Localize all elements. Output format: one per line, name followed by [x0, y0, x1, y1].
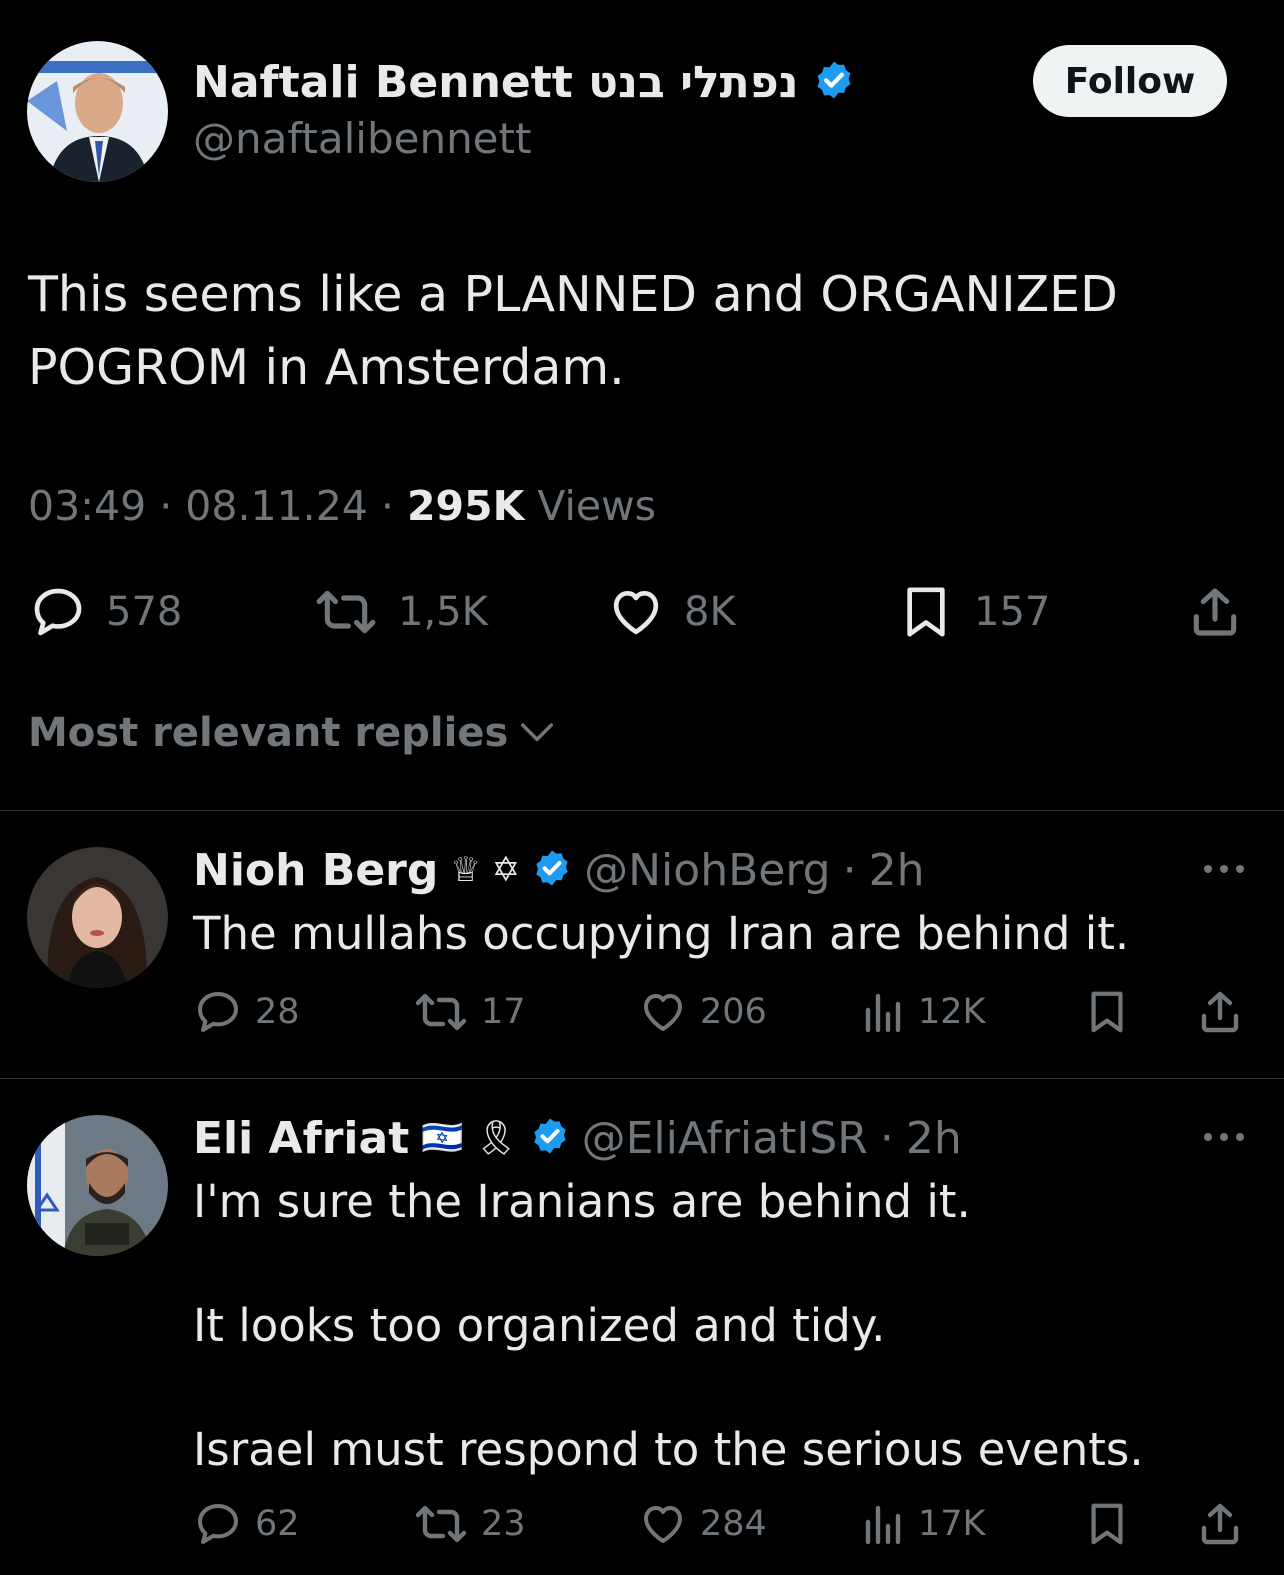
meta-separator: · [159, 482, 186, 530]
reply-icon [34, 588, 82, 636]
reply-header: Eli Afriat 🇮🇱 🎗 @EliAfriatISR · 2h [193, 1108, 962, 1168]
author-handle[interactable]: @naftalibennett [193, 114, 531, 163]
views-count: 17K [918, 1504, 986, 1544]
reply-button[interactable]: 62 [193, 1500, 300, 1548]
views-label: Views [537, 482, 657, 530]
reply-actions: 62 23 284 17K [0, 1500, 1284, 1550]
reply-age[interactable]: 2h [906, 1113, 962, 1164]
verified-badge-icon [532, 848, 572, 892]
reply-author-name[interactable]: Nioh Berg [193, 845, 438, 896]
meta-separator: · [842, 844, 857, 896]
views-count: 12K [918, 992, 986, 1032]
tweet-time[interactable]: 03:49 [28, 482, 146, 530]
bookmark-icon [1091, 991, 1123, 1033]
repost-icon [415, 1505, 467, 1543]
like-button[interactable]: 8K [606, 584, 736, 640]
reply-avatar[interactable] [27, 847, 168, 988]
heart-icon [644, 994, 682, 1031]
author-avatar[interactable] [27, 41, 168, 182]
share-button[interactable] [1186, 584, 1244, 640]
author-name-row: Naftali Bennett נפתלי בנט [193, 54, 855, 110]
like-count: 284 [700, 1504, 767, 1544]
tweet-meta: 03:49 · 08.11.24 · 295K Views [28, 482, 656, 530]
name-emoji-badges: ♕ ✡ [450, 850, 521, 890]
bookmark-count: 157 [974, 589, 1051, 635]
views-button[interactable]: 12K [862, 988, 986, 1036]
share-icon [1193, 588, 1237, 636]
meta-separator: · [879, 1112, 894, 1164]
like-count: 8K [684, 589, 736, 635]
reply-author-name[interactable]: Eli Afriat [193, 1113, 409, 1164]
main-tweet: Naftali Bennett נפתלי בנט @naftalibennet… [0, 0, 1284, 812]
repost-count: 17 [481, 992, 526, 1032]
repost-icon [316, 590, 376, 634]
heart-icon [644, 1506, 682, 1543]
bookmark-button[interactable]: 157 [896, 584, 1050, 640]
bookmark-button[interactable] [1084, 988, 1130, 1036]
reply-age[interactable]: 2h [869, 845, 925, 896]
reply-count: 62 [255, 1504, 300, 1544]
author-name[interactable]: Naftali Bennett נפתלי בנט [193, 57, 799, 108]
like-button[interactable]: 284 [638, 1500, 767, 1548]
repost-count: 23 [481, 1504, 526, 1544]
reply-actions: 28 17 206 12K [0, 988, 1284, 1038]
like-count: 206 [700, 992, 767, 1032]
verified-badge-icon [813, 59, 855, 105]
reply-author-handle[interactable]: @EliAfriatISR [582, 1113, 868, 1164]
reply-button[interactable]: 28 [193, 988, 300, 1036]
verified-badge-icon [530, 1116, 570, 1160]
reply-item[interactable]: Eli Afriat 🇮🇱 🎗 @EliAfriatISR · 2h I'm s… [0, 1079, 1284, 1575]
repost-button[interactable]: 17 [413, 988, 526, 1036]
follow-button[interactable]: Follow [1033, 45, 1227, 117]
like-button[interactable]: 206 [638, 988, 767, 1036]
meta-separator: · [380, 482, 407, 530]
name-emoji-badges: 🇮🇱 🎗 [421, 1118, 518, 1158]
views-button[interactable]: 17K [862, 1500, 986, 1548]
heart-icon [613, 591, 659, 635]
repost-count: 1,5K [398, 589, 488, 635]
reply-avatar[interactable] [27, 1115, 168, 1256]
reply-author-handle[interactable]: @NiohBerg [584, 845, 830, 896]
repost-icon [415, 993, 467, 1031]
reply-icon [198, 992, 238, 1032]
share-button[interactable] [1196, 1500, 1244, 1548]
analytics-icon [865, 993, 901, 1033]
reply-count: 578 [106, 589, 183, 635]
share-icon [1201, 1503, 1239, 1545]
more-options-icon[interactable] [1200, 861, 1248, 877]
reply-button[interactable]: 578 [28, 584, 182, 640]
reply-text: The mullahs occupying Iran are behind it… [193, 907, 1130, 960]
tweet-actions: 578 1,5K 8K 157 [0, 580, 1284, 644]
analytics-icon [865, 1505, 901, 1545]
tweet-date[interactable]: 08.11.24 [185, 482, 368, 530]
reply-text: I'm sure the Iranians are behind it. It … [193, 1175, 1144, 1476]
reply-count: 28 [255, 992, 300, 1032]
replies-sort-dropdown[interactable]: Most relevant replies [28, 710, 556, 756]
bookmark-button[interactable] [1084, 1500, 1130, 1548]
sort-label: Most relevant replies [28, 710, 509, 756]
share-icon [1201, 991, 1239, 1033]
repost-button[interactable]: 1,5K [312, 584, 488, 640]
reply-item[interactable]: Nioh Berg ♕ ✡ @NiohBerg · 2h The mullahs… [0, 811, 1284, 1078]
bookmark-icon [907, 587, 945, 637]
share-button[interactable] [1196, 988, 1244, 1036]
views-count: 295K [406, 482, 525, 530]
chevron-down-icon [521, 723, 554, 742]
reply-header: Nioh Berg ♕ ✡ @NiohBerg · 2h [193, 840, 924, 900]
tweet-text: This seems like a PLANNED and ORGANIZED … [28, 266, 1118, 396]
reply-icon [198, 1504, 238, 1544]
bookmark-icon [1091, 1503, 1123, 1545]
repost-button[interactable]: 23 [413, 1500, 526, 1548]
more-options-icon[interactable] [1200, 1129, 1248, 1145]
